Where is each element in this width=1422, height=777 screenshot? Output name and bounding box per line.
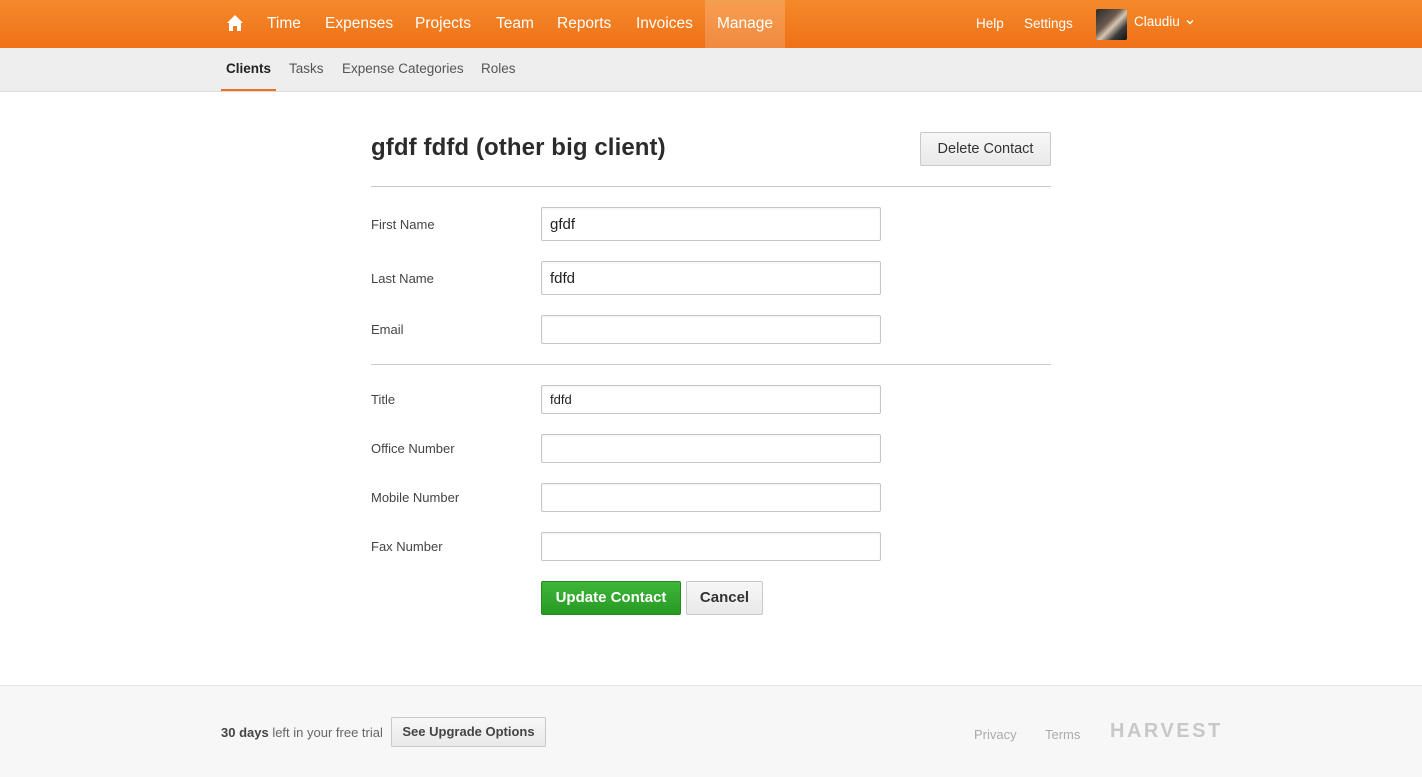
footer: 30 days left in your free trial See Upgr… xyxy=(0,685,1422,777)
delete-contact-button[interactable]: Delete Contact xyxy=(920,132,1051,166)
nav-reports[interactable]: Reports xyxy=(557,0,611,48)
help-link[interactable]: Help xyxy=(976,0,1004,48)
trial-text: left in your free trial xyxy=(268,725,383,740)
fax-number-label: Fax Number xyxy=(371,539,443,554)
nav-team[interactable]: Team xyxy=(496,0,534,48)
subnav-tasks[interactable]: Tasks xyxy=(289,48,324,91)
nav-invoices[interactable]: Invoices xyxy=(636,0,693,48)
settings-link[interactable]: Settings xyxy=(1024,0,1073,48)
title-field[interactable] xyxy=(541,385,881,414)
nav-manage[interactable]: Manage xyxy=(705,0,786,48)
user-menu-name[interactable]: Claudiu xyxy=(1134,0,1180,46)
mobile-number-label: Mobile Number xyxy=(371,490,460,505)
avatar[interactable] xyxy=(1096,9,1127,40)
home-icon[interactable] xyxy=(226,14,244,32)
chevron-down-icon[interactable] xyxy=(1185,17,1195,27)
last-name-field[interactable] xyxy=(541,261,881,295)
first-name-label: First Name xyxy=(371,217,435,232)
first-name-field[interactable] xyxy=(541,207,881,241)
subnav-expense-categories[interactable]: Expense Categories xyxy=(342,48,464,91)
harvest-logo[interactable]: HARVEST xyxy=(1110,720,1223,743)
nav-projects[interactable]: Projects xyxy=(415,0,471,48)
last-name-label: Last Name xyxy=(371,271,434,286)
email-label: Email xyxy=(371,322,404,337)
office-number-label: Office Number xyxy=(371,441,455,456)
subnav-clients[interactable]: Clients xyxy=(221,48,277,91)
nav-time[interactable]: Time xyxy=(267,0,301,48)
update-contact-button[interactable]: Update Contact xyxy=(541,581,681,615)
title-label: Title xyxy=(371,392,396,407)
cancel-button[interactable]: Cancel xyxy=(686,581,763,615)
fax-number-field[interactable] xyxy=(541,532,881,561)
trial-notice: 30 days left in your free trial xyxy=(221,725,383,740)
mobile-number-field[interactable] xyxy=(541,483,881,512)
nav-expenses[interactable]: Expenses xyxy=(325,0,393,48)
divider xyxy=(371,186,1051,187)
office-number-field[interactable] xyxy=(541,434,881,463)
trial-days: 30 days xyxy=(221,725,269,740)
subnav-roles[interactable]: Roles xyxy=(481,48,516,91)
terms-link[interactable]: Terms xyxy=(1045,727,1080,742)
upgrade-options-button[interactable]: See Upgrade Options xyxy=(391,717,546,747)
sub-nav-bar: Clients Tasks Expense Categories Roles xyxy=(0,48,1422,92)
email-field[interactable] xyxy=(541,315,881,344)
page-title: gfdf fdfd (other big client) xyxy=(371,134,666,161)
divider xyxy=(371,364,1051,365)
top-nav-bar: Time Expenses Projects Team Reports Invo… xyxy=(0,0,1422,48)
privacy-link[interactable]: Privacy xyxy=(974,727,1017,742)
